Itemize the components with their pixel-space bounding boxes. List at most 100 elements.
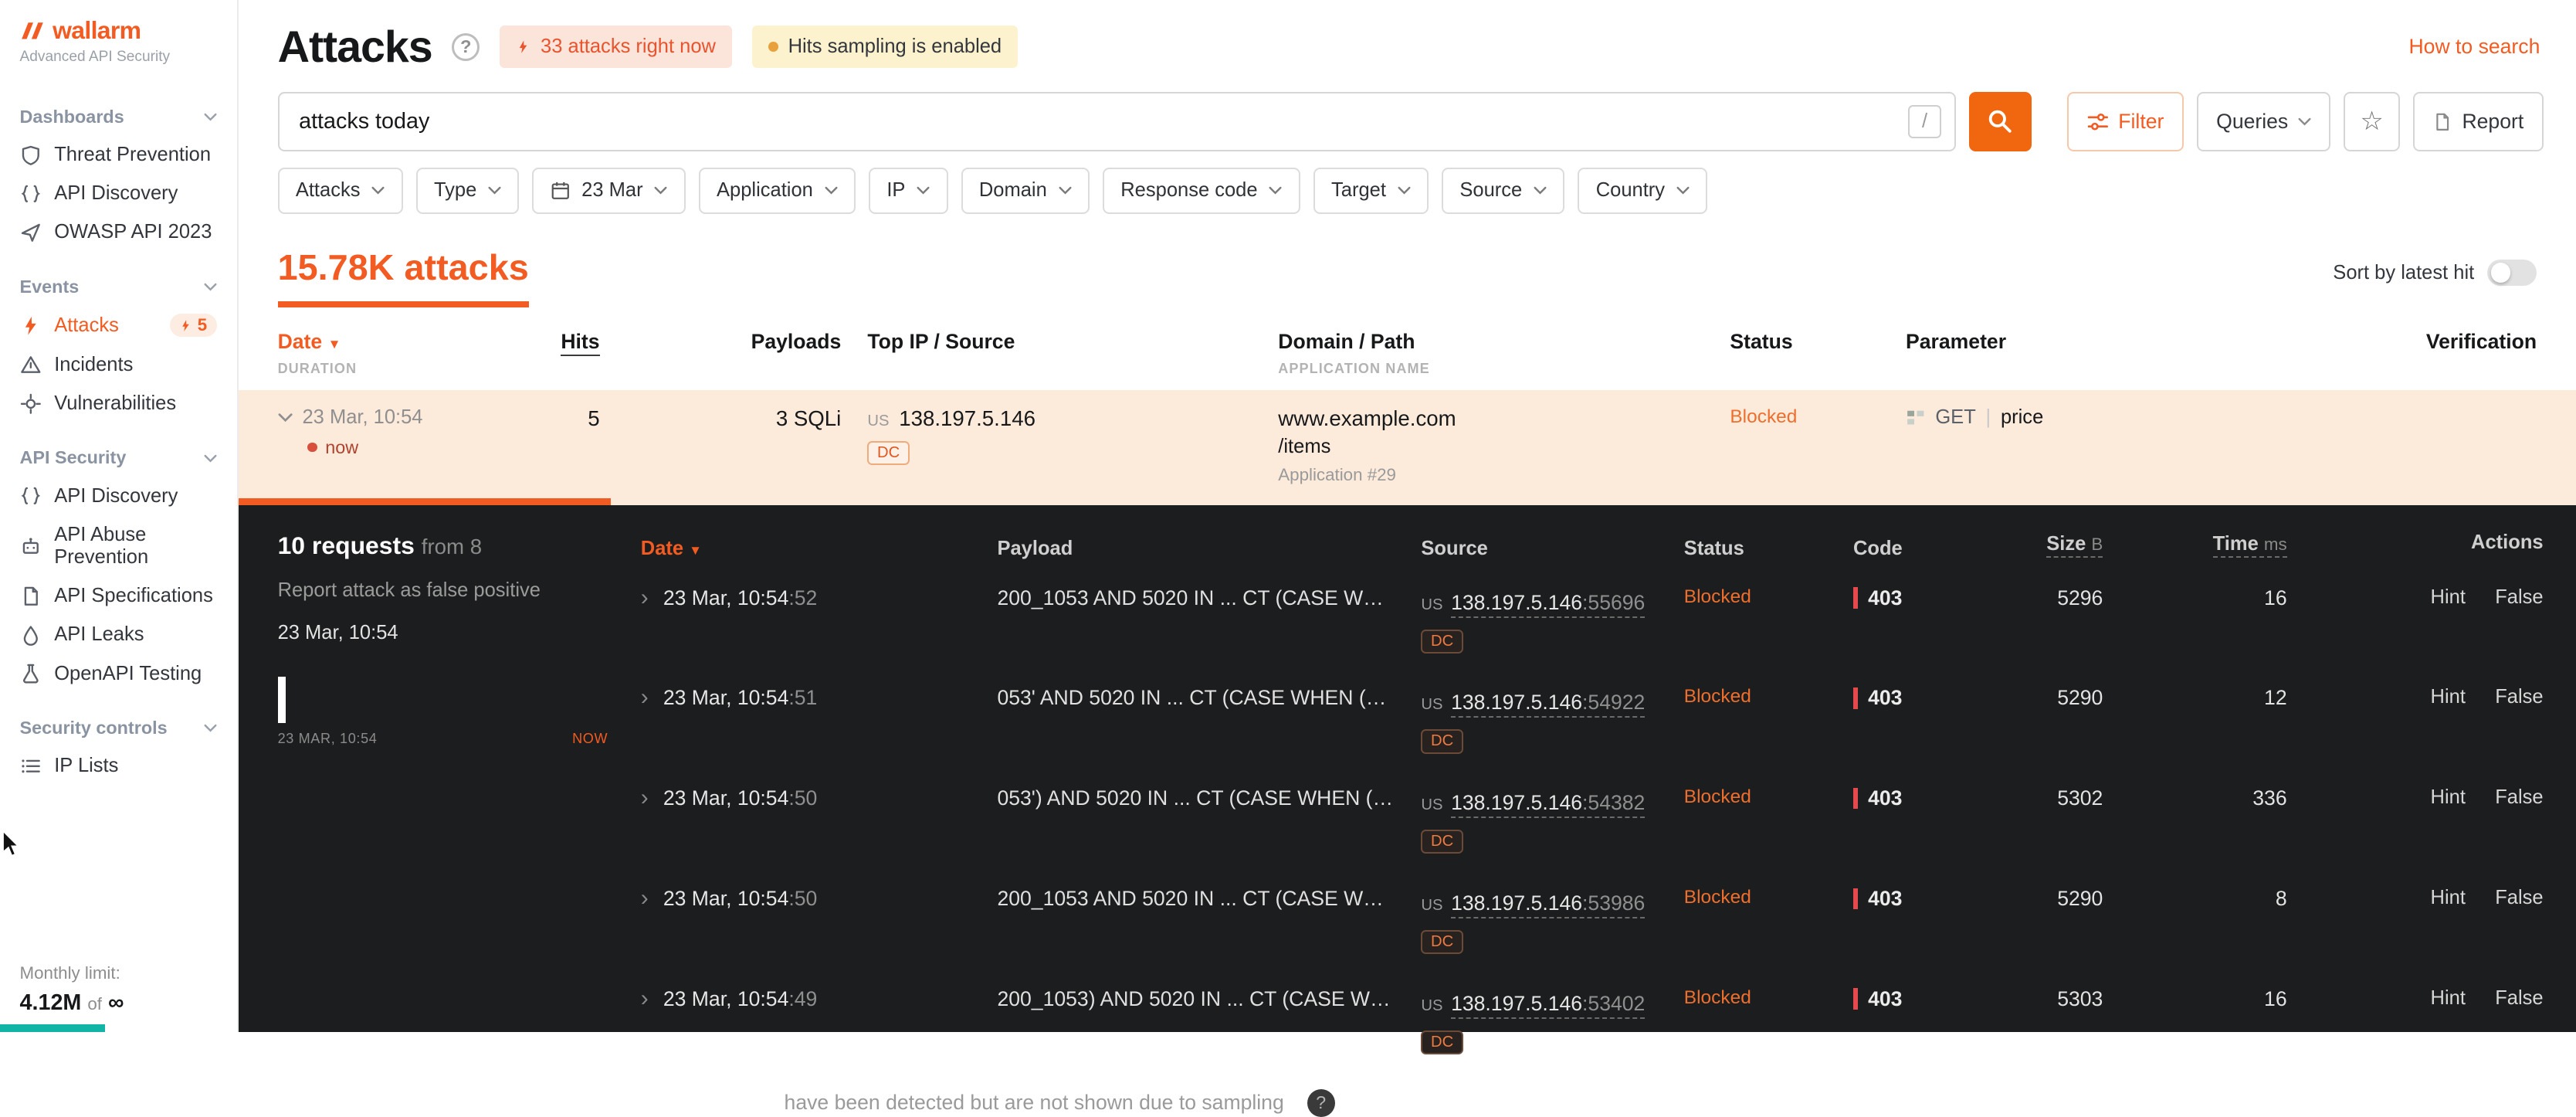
filter-chip-date[interactable]: 23 Mar <box>532 168 685 214</box>
chevron-right-icon[interactable]: › <box>641 586 649 609</box>
search-button[interactable] <box>1969 92 2032 151</box>
hit-time: 336 <box>2103 786 2286 810</box>
attacks-count-badge: 5 <box>170 314 217 337</box>
false-link[interactable]: False <box>2495 786 2543 809</box>
how-to-search-link[interactable]: How to search <box>2408 35 2540 59</box>
hit-code: 403 <box>1868 786 1902 810</box>
sidebar-item-openapi-testing[interactable]: OpenAPI Testing <box>0 654 237 693</box>
sidebar-item-incidents[interactable]: Incidents <box>0 345 237 384</box>
brand-name: wallarm <box>53 16 141 45</box>
logo[interactable]: wallarm Advanced API Security <box>0 16 237 65</box>
chevron-down-icon <box>204 723 217 733</box>
filter-chip-attacks[interactable]: Attacks <box>278 168 403 214</box>
false-link[interactable]: False <box>2495 987 2543 1010</box>
attack-row-expanded[interactable]: 23 Mar, 10:54 now 5 3 SQLi US 138.197.5.… <box>239 390 2576 505</box>
queries-dropdown[interactable]: Queries <box>2197 92 2331 151</box>
sidebar: wallarm Advanced API Security Dashboards… <box>0 0 239 1032</box>
hit-row[interactable]: ›23 Mar, 10:54:51 053' AND 5020 IN ... C… <box>641 671 2544 772</box>
hit-ip[interactable]: 138.197.5.146:55696 <box>1451 591 1645 618</box>
datacenter-badge[interactable]: DC <box>1421 1030 1463 1054</box>
chevron-right-icon[interactable]: › <box>641 686 649 709</box>
hit-ip[interactable]: 138.197.5.146:53986 <box>1451 891 1645 918</box>
datacenter-badge[interactable]: DC <box>867 441 909 465</box>
false-link[interactable]: False <box>2495 686 2543 708</box>
report-button[interactable]: Report <box>2413 92 2544 151</box>
error-code-bar <box>1853 587 1858 609</box>
datacenter-badge[interactable]: DC <box>1421 630 1463 654</box>
question-icon[interactable]: ? <box>1307 1089 1335 1117</box>
attack-ip[interactable]: 138.197.5.146 <box>899 406 1035 431</box>
hint-link[interactable]: Hint <box>2431 786 2466 809</box>
attacks-count: 15.78K attacks <box>278 246 529 307</box>
sidebar-item-threat-prevention[interactable]: Threat Prevention <box>0 135 237 174</box>
sidebar-item-vulnerabilities[interactable]: Vulnerabilities <box>0 384 237 423</box>
hit-ip[interactable]: 138.197.5.146:54922 <box>1451 691 1645 718</box>
chevron-right-icon[interactable]: › <box>641 786 649 810</box>
hit-payload: 200_1053 AND 5020 IN ... CT (CASE WHEN..… <box>997 586 1421 610</box>
mouse-cursor <box>2 830 22 864</box>
sidebar-item-ip-lists[interactable]: IP Lists <box>0 747 237 786</box>
report-false-positive-link[interactable]: Report attack as false positive <box>278 579 608 602</box>
hint-link[interactable]: Hint <box>2431 686 2466 708</box>
col-date[interactable]: Date ▼ <box>278 330 341 353</box>
search-input[interactable] <box>299 109 1908 134</box>
false-link[interactable]: False <box>2495 586 2543 609</box>
sidebar-item-api-discovery-2[interactable]: API Discovery <box>0 477 237 515</box>
sidebar-item-api-specifications[interactable]: API Specifications <box>0 577 237 616</box>
col-domain-path: Domain / Path <box>1278 330 1415 353</box>
attack-payloads[interactable]: 3 SQLi <box>600 406 842 431</box>
filter-chip-domain[interactable]: Domain <box>961 168 1090 214</box>
sidebar-item-attacks[interactable]: Attacks 5 <box>0 306 237 346</box>
toggle-knob <box>2491 263 2511 283</box>
filter-chip-country[interactable]: Country <box>1578 168 1707 214</box>
filter-chip-type[interactable]: Type <box>416 168 520 214</box>
hit-row[interactable]: ›23 Mar, 10:54:50 200_1053 AND 5020 IN .… <box>641 872 2544 973</box>
sidebar-nav: Dashboards Threat Prevention API Discove… <box>0 98 237 786</box>
col-application-name: APPLICATION NAME <box>1278 361 1730 377</box>
section-events[interactable]: Events <box>0 268 237 305</box>
filter-chip-target[interactable]: Target <box>1313 168 1429 214</box>
section-dashboards[interactable]: Dashboards <box>0 98 237 135</box>
hit-row[interactable]: ›23 Mar, 10:54:49 200_1053) AND 5020 IN … <box>641 973 2544 1073</box>
sidebar-item-api-abuse-prevention[interactable]: API Abuse Prevention <box>0 515 237 576</box>
filter-chip-response-code[interactable]: Response code <box>1103 168 1300 214</box>
hit-row[interactable]: ›23 Mar, 10:54:52 200_1053 AND 5020 IN .… <box>641 571 2544 671</box>
col-hit-date[interactable]: Date ▼ <box>641 538 702 559</box>
hint-link[interactable]: Hint <box>2431 887 2466 909</box>
help-icon[interactable]: ? <box>452 33 480 61</box>
filter-button[interactable]: Filter <box>2067 92 2183 151</box>
filter-chip-ip[interactable]: IP <box>869 168 948 214</box>
col-hits[interactable]: Hits <box>561 330 599 356</box>
false-link[interactable]: False <box>2495 887 2543 909</box>
attack-path[interactable]: /items <box>1278 436 1730 458</box>
attack-domain[interactable]: www.example.com <box>1278 406 1730 431</box>
hit-row[interactable]: ›23 Mar, 10:54:50 053') AND 5020 IN ... … <box>641 772 2544 872</box>
section-security-controls[interactable]: Security controls <box>0 710 237 747</box>
sidebar-item-owasp-api[interactable]: OWASP API 2023 <box>0 213 237 252</box>
chevron-right-icon[interactable]: › <box>641 987 649 1010</box>
chevron-right-icon[interactable]: › <box>641 887 649 910</box>
hit-ip[interactable]: 138.197.5.146:53402 <box>1451 992 1645 1019</box>
datacenter-badge[interactable]: DC <box>1421 830 1463 854</box>
chevron-down-icon <box>204 453 217 463</box>
sidebar-item-api-discovery[interactable]: API Discovery <box>0 175 237 213</box>
sort-label: Sort by latest hit <box>2333 262 2474 284</box>
col-hit-size[interactable]: Size B <box>2046 533 2103 558</box>
hit-ip[interactable]: 138.197.5.146:54382 <box>1451 791 1645 818</box>
filters-row: Attacks Type 23 Mar Application IP Domai… <box>239 168 2576 233</box>
section-api-security[interactable]: API Security <box>0 440 237 477</box>
sidebar-item-api-leaks[interactable]: API Leaks <box>0 616 237 654</box>
filter-chip-source[interactable]: Source <box>1442 168 1564 214</box>
list-icon <box>20 755 42 777</box>
col-hit-time[interactable]: Time ms <box>2213 533 2287 558</box>
hint-link[interactable]: Hint <box>2431 987 2466 1010</box>
datacenter-badge[interactable]: DC <box>1421 930 1463 954</box>
datacenter-badge[interactable]: DC <box>1421 729 1463 753</box>
search-box[interactable]: / <box>278 92 1956 151</box>
filter-chip-application[interactable]: Application <box>699 168 856 214</box>
hint-link[interactable]: Hint <box>2431 586 2466 609</box>
calendar-icon <box>551 181 571 201</box>
chevron-expanded-icon[interactable] <box>278 412 293 423</box>
favorite-star-button[interactable]: ☆ <box>2344 92 2399 151</box>
sort-toggle[interactable] <box>2487 260 2537 286</box>
